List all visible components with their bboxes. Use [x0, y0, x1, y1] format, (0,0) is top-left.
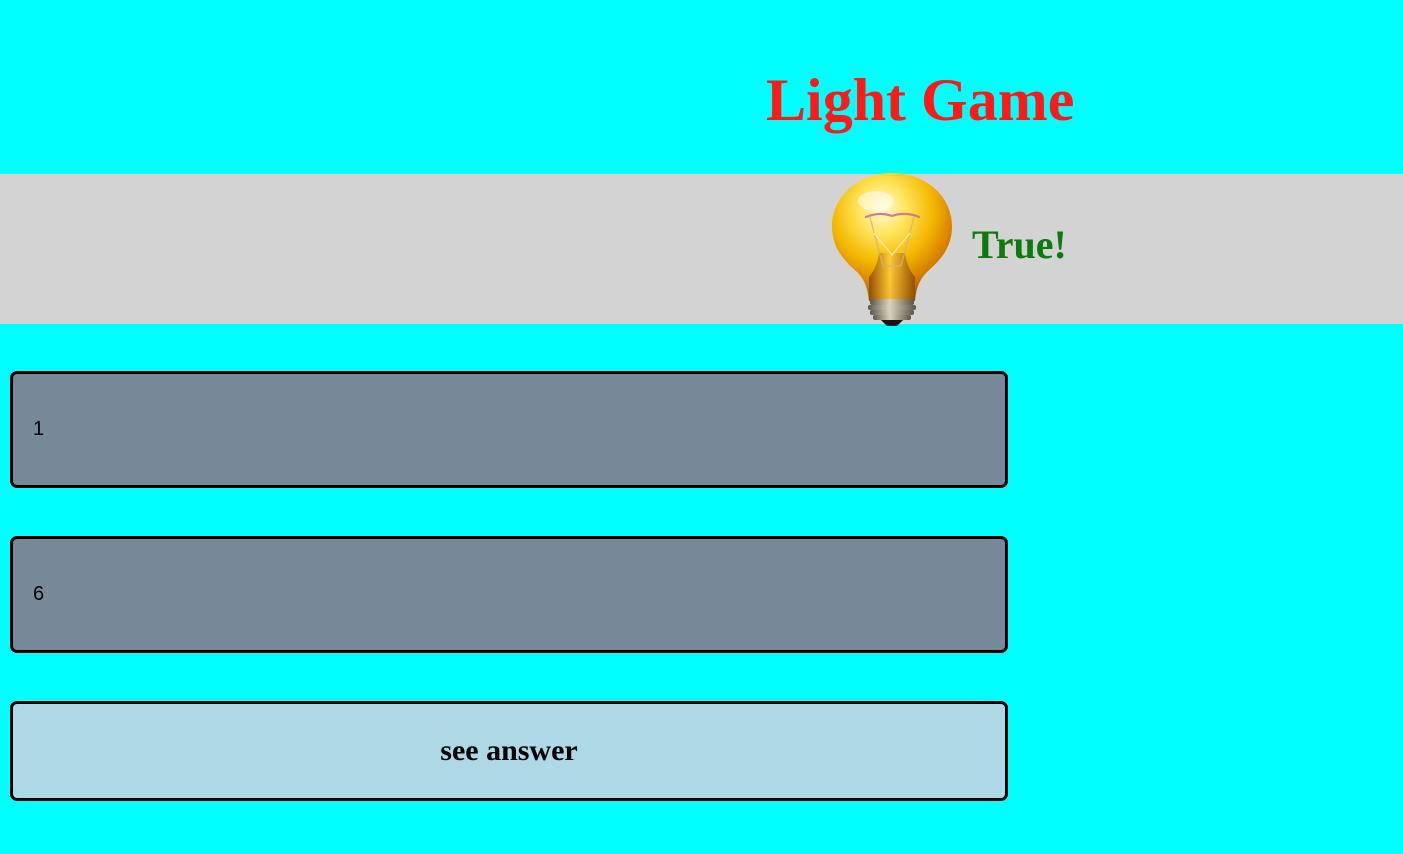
second-number-field[interactable]: 6: [10, 536, 1008, 653]
second-number-value: 6: [33, 583, 45, 605]
first-number-value: 1: [33, 418, 45, 440]
light-bulb-icon: [828, 171, 956, 327]
first-number-field[interactable]: 1: [10, 371, 1008, 488]
result-text: True!: [972, 222, 1067, 267]
page-title: Light Game: [766, 67, 1075, 133]
see-answer-button[interactable]: see answer: [10, 701, 1008, 801]
status-bar: [0, 174, 1403, 324]
